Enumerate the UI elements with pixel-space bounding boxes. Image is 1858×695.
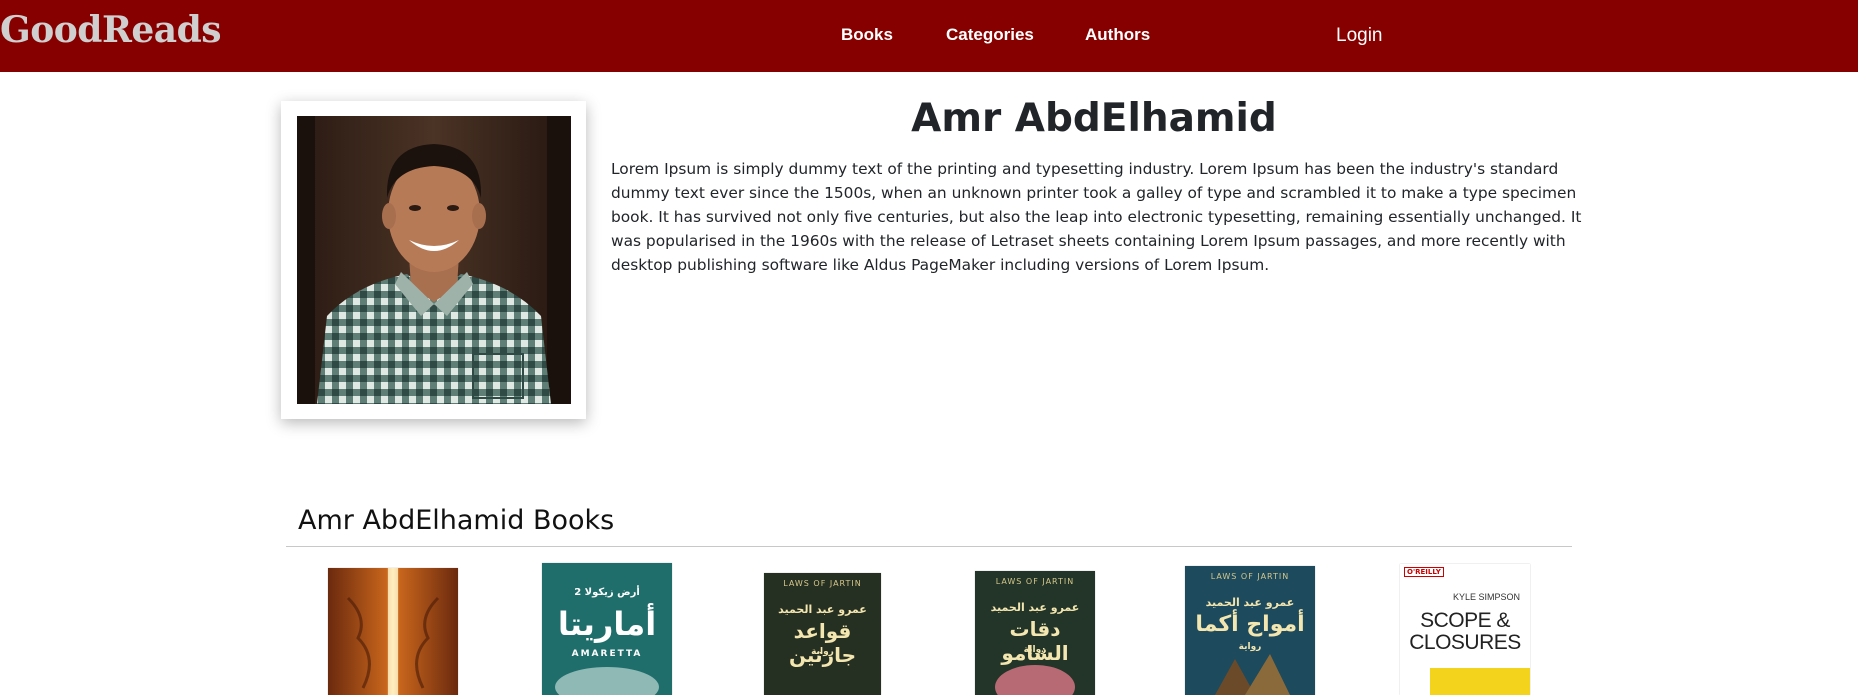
book-cover-4[interactable]: LAWS OF JARTIN عمرو عبد الحميد دقات الشا… bbox=[975, 571, 1095, 695]
book-cover-3[interactable]: LAWS OF JARTIN عمرو عبد الحميد قواعد جار… bbox=[764, 573, 881, 695]
book-cover-2[interactable]: 2 أرض زيكولا أماريتا AMARETTA bbox=[542, 563, 672, 695]
book-series-label: LAWS OF JARTIN bbox=[1210, 572, 1290, 581]
book-series-label: LAWS OF JARTIN bbox=[783, 579, 862, 588]
book-series-label: LAWS OF JARTIN bbox=[995, 577, 1075, 586]
book-subtitle-label: رواية bbox=[811, 647, 834, 657]
book-cover-1[interactable] bbox=[328, 568, 458, 695]
book-series-label: 2 أرض زيكولا bbox=[574, 587, 640, 598]
author-photo bbox=[297, 116, 571, 404]
author-bio: Lorem Ipsum is simply dummy text of the … bbox=[611, 160, 1582, 274]
cover-yellow-band bbox=[1430, 668, 1530, 695]
book-title-label: أماريتا bbox=[557, 605, 657, 643]
book-author-label: عمرو عبد الحميد bbox=[1205, 596, 1295, 609]
book-cover-5[interactable]: LAWS OF JARTIN عمرو عبد الحميد أمواج أكم… bbox=[1185, 566, 1315, 695]
author-name-heading: Amr AbdElhamid bbox=[911, 96, 1277, 141]
book-author-label: KYLE SIMPSON bbox=[1452, 592, 1520, 602]
books-section-heading: Amr AbdElhamid Books bbox=[298, 505, 615, 536]
publisher-label: O'REILLY bbox=[1404, 567, 1444, 577]
section-divider bbox=[286, 546, 1572, 547]
book-title-label: SCOPE & CLOSURES bbox=[1409, 609, 1521, 654]
nav-link-books[interactable]: Books bbox=[841, 25, 893, 45]
author-photo-card bbox=[281, 101, 586, 419]
book-title-label: قواعد جارتين bbox=[788, 619, 857, 667]
brand-logo-link[interactable]: GoodReads bbox=[0, 9, 222, 51]
nav-link-categories[interactable]: Categories bbox=[946, 25, 1034, 45]
book-subtitle-label: AMARETTA bbox=[571, 649, 643, 659]
book-author-label: عمرو عبد الحميد bbox=[990, 601, 1080, 614]
book-author-label: عمرو عبد الحميد bbox=[778, 603, 867, 616]
top-navbar: GoodReads Books Categories Authors Login bbox=[0, 0, 1858, 72]
book-subtitle-label: رواية bbox=[1238, 642, 1262, 652]
login-link[interactable]: Login bbox=[1336, 25, 1383, 47]
book-title-label: أمواج أكما bbox=[1195, 612, 1305, 637]
book-cover-6[interactable]: O'REILLY KYLE SIMPSON SCOPE & CLOSURES bbox=[1400, 564, 1530, 695]
nav-link-authors[interactable]: Authors bbox=[1085, 25, 1150, 45]
